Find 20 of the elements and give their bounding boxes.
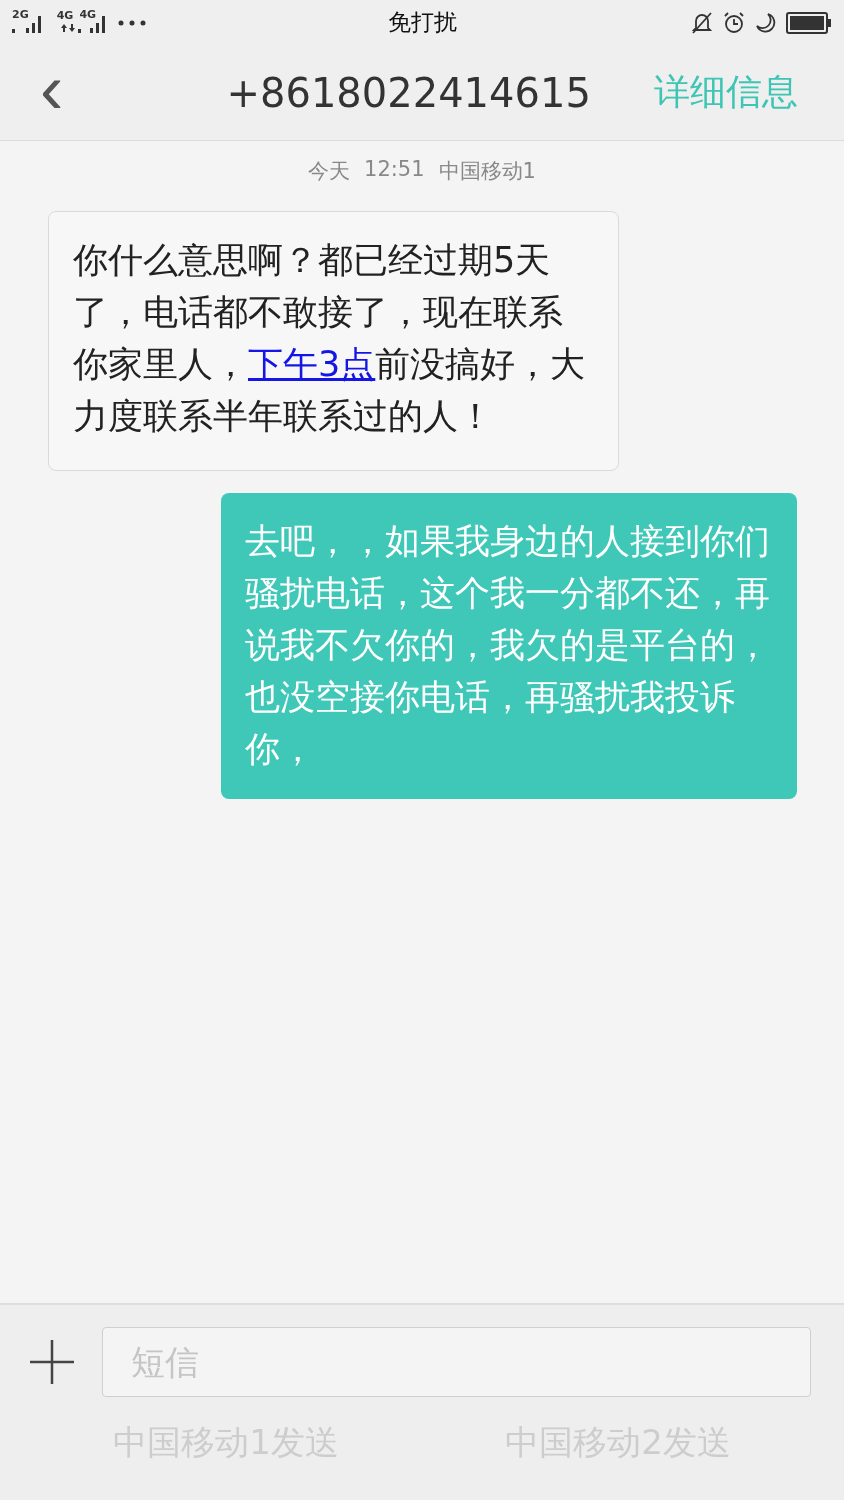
carrier-label: 中国移动1 xyxy=(438,158,536,185)
moon-icon xyxy=(754,10,778,35)
network-label: 2G xyxy=(12,8,29,21)
details-link[interactable]: 详细信息 xyxy=(654,68,798,117)
timestamp-time: 12:51 xyxy=(364,157,425,183)
add-button[interactable] xyxy=(30,1340,74,1384)
received-message: 你什么意思啊？都已经过期5天了，电话都不敢接了，现在联系你家里人，下午3点前没搞好，大力度联系半年联系过的人！ xyxy=(48,211,619,471)
alarm-icon xyxy=(722,10,746,35)
data-arrows-icon xyxy=(61,22,76,33)
network-label: 4G xyxy=(56,9,74,22)
time-link[interactable]: 下午3点 xyxy=(248,344,376,384)
back-button[interactable]: ‹ xyxy=(30,53,74,124)
battery-icon xyxy=(786,11,832,34)
status-title: 免打扰 xyxy=(387,8,457,37)
timestamp-day: 今天 xyxy=(308,157,351,185)
sent-message: 去吧，，如果我身边的人接到你们骚扰电话，这个我一分都不还，再说我不欠你的，我欠的是平台的，也没空接你电话，再骚扰我投诉你， xyxy=(221,493,797,799)
bell-off-icon xyxy=(690,10,714,35)
contact-number: +8618022414615 xyxy=(225,69,592,116)
more-icon xyxy=(118,19,147,26)
network-label: 4G xyxy=(79,8,97,21)
